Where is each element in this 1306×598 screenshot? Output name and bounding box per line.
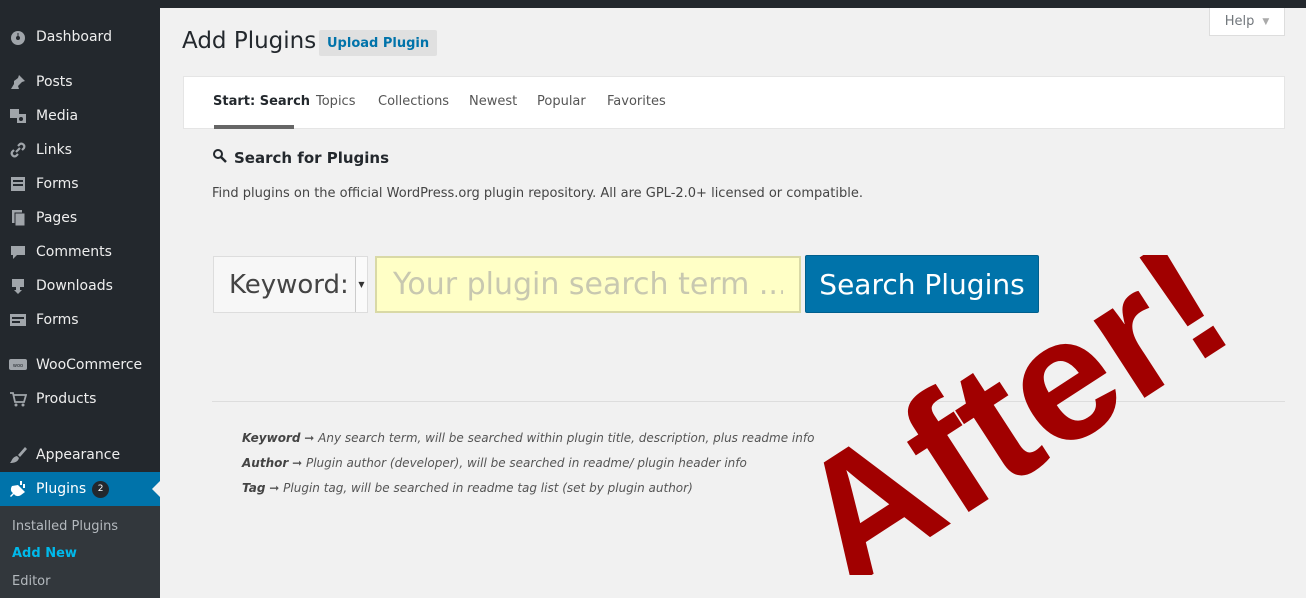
pin-icon xyxy=(9,73,27,91)
caret-down-icon: ▼ xyxy=(1262,16,1270,27)
link-icon xyxy=(9,141,27,159)
sidebar-item-products[interactable]: Products xyxy=(0,382,160,416)
help-line-author: Author ➞ Plugin author (developer), will… xyxy=(242,456,747,470)
help-tab-button[interactable]: Help ▼ xyxy=(1209,8,1285,36)
sidebar-item-forms-2[interactable]: Forms xyxy=(0,303,160,337)
search-type-select[interactable]: Keyword: ▼ xyxy=(213,256,368,313)
filter-tabs: Start: Search Topics Collections Newest … xyxy=(183,76,1285,129)
select-caret-icon: ▼ xyxy=(355,257,367,312)
sidebar-item-label: Downloads xyxy=(36,278,113,294)
woo-icon: woo xyxy=(9,356,27,374)
sidebar-item-forms[interactable]: Forms xyxy=(0,167,160,201)
sidebar-item-woocommerce[interactable]: woo WooCommerce xyxy=(0,348,160,382)
submenu-add-new[interactable]: Add New xyxy=(12,546,77,561)
search-icon xyxy=(212,148,228,168)
brush-icon xyxy=(9,446,27,464)
media-icon xyxy=(9,107,27,125)
sidebar-item-downloads[interactable]: Downloads xyxy=(0,269,160,303)
sidebar-item-dashboard[interactable]: Dashboard xyxy=(0,20,160,54)
active-tab-underline xyxy=(214,125,294,129)
update-count-badge: 2 xyxy=(92,480,110,498)
pages-icon xyxy=(9,209,27,227)
submenu-installed-plugins[interactable]: Installed Plugins xyxy=(12,519,118,534)
tab-topics[interactable]: Topics xyxy=(316,94,355,109)
tab-start-search[interactable]: Start: Search xyxy=(213,94,310,109)
submenu-editor[interactable]: Editor xyxy=(12,574,50,589)
sidebar-item-label: Posts xyxy=(36,74,73,90)
search-heading: Search for Plugins xyxy=(212,148,389,168)
current-menu-arrow xyxy=(152,481,160,497)
sidebar-item-comments[interactable]: Comments xyxy=(0,235,160,269)
sidebar-item-label: Forms xyxy=(36,176,79,192)
tab-popular[interactable]: Popular xyxy=(537,94,586,109)
sidebar-item-media[interactable]: Media xyxy=(0,99,160,133)
sidebar-item-label: WooCommerce xyxy=(36,357,143,373)
form-icon xyxy=(9,175,27,193)
sidebar-item-label: Pages xyxy=(36,210,78,226)
sidebar-item-label: Plugins xyxy=(36,481,87,497)
help-line-keyword: Keyword ➞ Any search term, will be searc… xyxy=(242,431,815,445)
after-overlay-text: After! xyxy=(780,255,1260,575)
upload-plugin-button[interactable]: Upload Plugin xyxy=(319,30,438,56)
search-heading-label: Search for Plugins xyxy=(234,149,390,167)
page-title: Add Plugins xyxy=(182,28,317,54)
sidebar-item-posts[interactable]: Posts xyxy=(0,65,160,99)
sidebar-item-label: Forms xyxy=(36,312,79,328)
plugin-search-input[interactable] xyxy=(375,256,801,313)
sidebar-item-label: Dashboard xyxy=(36,29,112,45)
plugin-icon xyxy=(9,480,27,498)
sidebar-item-appearance[interactable]: Appearance xyxy=(0,438,160,472)
form-icon xyxy=(9,311,27,329)
plugins-submenu: Installed Plugins Add New Editor xyxy=(0,506,160,598)
search-help-legend: Keyword ➞ Any search term, will be searc… xyxy=(242,430,814,505)
cart-icon xyxy=(9,390,27,408)
help-label: Help xyxy=(1224,14,1255,29)
dashboard-icon xyxy=(9,28,27,46)
tab-newest[interactable]: Newest xyxy=(469,94,517,109)
search-description: Find plugins on the official WordPress.o… xyxy=(212,186,863,201)
sidebar-item-label: Media xyxy=(36,108,79,124)
sidebar-item-label: Products xyxy=(36,391,97,407)
tab-favorites[interactable]: Favorites xyxy=(607,94,666,109)
admin-bar xyxy=(0,0,1306,8)
tab-collections[interactable]: Collections xyxy=(378,94,449,109)
download-icon xyxy=(9,277,27,295)
sidebar-item-pages[interactable]: Pages xyxy=(0,201,160,235)
comment-icon xyxy=(9,243,27,261)
svg-text:woo: woo xyxy=(13,363,23,369)
sidebar-item-label: Appearance xyxy=(36,447,121,463)
sidebar-item-label: Links xyxy=(36,142,72,158)
help-line-tag: Tag ➞ Plugin tag, will be searched in re… xyxy=(242,481,693,495)
after-overlay: After! xyxy=(780,255,1260,575)
sidebar-item-plugins[interactable]: Plugins 2 xyxy=(0,472,160,506)
sidebar-item-label: Comments xyxy=(36,244,112,260)
select-value: Keyword: xyxy=(229,269,349,300)
sidebar-item-links[interactable]: Links xyxy=(0,133,160,167)
